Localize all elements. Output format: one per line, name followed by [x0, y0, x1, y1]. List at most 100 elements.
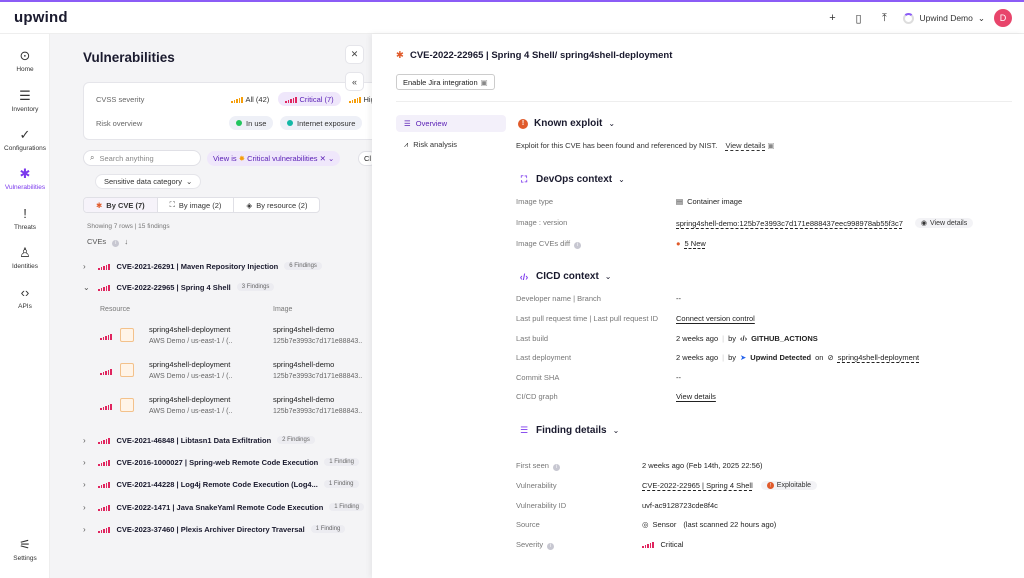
table-row[interactable]: › CVE-2021-44228 | Log4j Remote Code Exe… — [83, 476, 372, 492]
filter-in-use-chip[interactable]: In use — [229, 116, 274, 130]
close-drawer-button[interactable]: ✕ — [345, 45, 364, 64]
tab-label: By resource (2) — [256, 200, 308, 210]
sidebar-item-configurations[interactable]: ✓ Configurations — [0, 127, 50, 152]
search-placeholder: Search anything — [99, 153, 154, 163]
table-row[interactable]: › CVE-2022-1471 | Java SnakeYaml Remote … — [83, 499, 372, 515]
chevron-right-icon[interactable]: › — [83, 262, 93, 271]
severity-bars-icon — [98, 481, 110, 488]
findings-badge: 1 Finding — [329, 503, 364, 511]
upwind-logo[interactable]: upwind — [14, 9, 68, 26]
collapse-drawer-button[interactable]: « — [345, 72, 364, 91]
chevron-right-icon[interactable]: › — [83, 480, 93, 489]
image-version-value: spring4shell-demo:125b7e3993c7d171e88843… — [676, 218, 974, 228]
sidebar: ⊙ Home ☰ Inventory ✓ Configurations ✱ Vulner… — [0, 34, 50, 578]
info-icon: i — [547, 542, 555, 550]
page-title: Vulnerabilities — [83, 50, 175, 65]
severity-bars-icon — [98, 526, 110, 533]
sort-down-icon[interactable]: ↓ — [124, 237, 128, 246]
search-icon: ⌕ — [90, 153, 95, 162]
filter-exposure-chip[interactable]: Internet exposure — [280, 116, 363, 130]
sidebar-item-home[interactable]: ⊙ Home — [0, 48, 50, 73]
book-icon[interactable]: ▯ — [851, 12, 865, 25]
known-exploit-header[interactable]: ! Known exploit ⌄ — [518, 118, 615, 129]
resource-row[interactable]: spring4shell-deployment AWS Demo / us-ea… — [100, 356, 372, 386]
resource-row[interactable]: spring4shell-deployment AWS Demo / us-ea… — [100, 391, 372, 421]
sensitive-data-dropdown[interactable]: Sensitive data category ⌄ — [95, 174, 202, 189]
label-text: First seen — [516, 461, 549, 470]
tab-by-resource[interactable]: ◈ By resource (2) — [234, 198, 319, 212]
label-text: Severity — [516, 540, 544, 549]
chevron-right-icon[interactable]: › — [83, 503, 93, 512]
image-name: spring4shell-demo — [273, 360, 335, 369]
table-row-expanded[interactable]: ⌄ CVE-2022-22965 | Spring 4 Shell 3 Find… — [83, 279, 372, 295]
cve-name: CVE-2023-37460 | Plexis Archiver Directo… — [116, 524, 305, 534]
divider — [396, 101, 1012, 102]
image-version-link[interactable]: spring4shell-demo:125b7e3993c7d171e88843… — [676, 219, 903, 228]
connect-version-control-link[interactable]: Connect version control — [676, 314, 755, 323]
sidebar-item-apis[interactable]: ‹› APIs — [0, 285, 50, 310]
view-details-button[interactable]: ◉ View details — [914, 218, 974, 228]
table-row[interactable]: › CVE-2023-37460 | Plexis Archiver Direc… — [83, 521, 372, 537]
chevron-right-icon[interactable]: › — [83, 436, 93, 445]
chevron-right-icon[interactable]: › — [83, 458, 93, 467]
filter-high-chip[interactable]: High — [342, 92, 372, 106]
view-icon: ✸ — [238, 154, 246, 163]
filter-box: CVSS severity All (42) Critical (7) High… — [83, 82, 372, 140]
new-cves-link[interactable]: 5 New — [685, 239, 706, 248]
sidebar-item-vulnerabilities[interactable]: ✱ Vulnerabilities — [0, 166, 50, 191]
section-title: CICD context — [536, 271, 599, 282]
resource-row[interactable]: spring4shell-deployment AWS Demo / us-ea… — [100, 321, 372, 351]
vulnerability-value: CVE-2022-22965 | Spring 4 Shell ! Exploit… — [642, 481, 818, 490]
close-icon[interactable]: ✕ — [320, 154, 326, 163]
deployment-icon — [120, 398, 134, 412]
exploitable-badge: ! Exploitable — [760, 481, 818, 490]
cvss-label: CVSS severity — [96, 95, 145, 104]
vulnerability-link[interactable]: CVE-2022-22965 | Spring 4 Shell — [642, 481, 753, 490]
view-details-link[interactable]: View details — [725, 141, 765, 150]
sidebar-item-identities[interactable]: ♙ Identities — [0, 245, 50, 270]
avatar[interactable]: D — [994, 9, 1012, 27]
detail-title: ✱ CVE-2022-22965 | Spring 4 Shell/ sprin… — [396, 50, 672, 61]
first-seen-value: 2 weeks ago (Feb 14th, 2025 22:56) — [642, 461, 763, 470]
severity-bars-icon — [98, 263, 110, 270]
table-row[interactable]: › CVE-2021-26291 | Maven Repository Inje… — [83, 258, 372, 274]
filter-critical-chip[interactable]: Critical (7) — [278, 92, 341, 106]
tab-overview[interactable]: ☰ Overview — [396, 115, 506, 132]
button-label: Enable Jira integration — [403, 77, 478, 87]
chevron-down-icon[interactable]: ⌄ — [328, 154, 334, 163]
finding-details-header[interactable]: ☰ Finding details ⌄ — [518, 425, 619, 436]
devops-context-header[interactable]: ⛶ DevOps context ⌄ — [518, 174, 625, 185]
cve-name: CVE-2021-44228 | Log4j Remote Code Execu… — [116, 479, 318, 489]
chevron-down-icon[interactable]: ⌄ — [83, 283, 93, 292]
filter-all-chip[interactable]: All (42) — [224, 92, 277, 106]
severity-bars-icon — [100, 403, 112, 410]
chevron-right-icon[interactable]: › — [83, 525, 93, 534]
last-deployment-value: 2 weeks ago | by ➤ Upwind Detected on ⊘ … — [676, 353, 919, 362]
sidebar-item-inventory[interactable]: ☰ Inventory — [0, 88, 50, 113]
table-row[interactable]: › CVE-2016-1000027 | Spring-web Remote C… — [83, 454, 372, 470]
view-graph-link[interactable]: View details — [676, 392, 716, 401]
search-input[interactable]: ⌕ Search anything — [83, 150, 201, 166]
findings-badge: 3 Findings — [236, 283, 275, 291]
sidebar-item-threats[interactable]: ! Threats — [0, 206, 50, 231]
view-filter-chip[interactable]: View is ✸ Critical vulnerabilities ✕ ⌄ — [207, 151, 341, 166]
cicd-graph-label: CI/CD graph — [516, 392, 558, 401]
tab-by-image[interactable]: ⛶ By image (2) — [158, 198, 235, 212]
deployment-link[interactable]: spring4shell-deployment — [838, 353, 919, 362]
last-pr-label: Last pull request time | Last pull reque… — [516, 314, 659, 323]
image-column-header: Image — [273, 306, 293, 313]
clear-filters-chip[interactable]: Cl — [358, 151, 372, 166]
tab-risk-analysis[interactable]: ⩘ Risk analysis — [396, 136, 506, 153]
user-menu[interactable]: Upwind Demo ⌄ D — [903, 9, 1012, 27]
person-icon: ♙ — [19, 245, 31, 260]
sidebar-item-settings[interactable]: ⚟ Settings — [0, 537, 50, 562]
upload-icon[interactable]: ⤒ — [877, 12, 891, 25]
enable-jira-button[interactable]: Enable Jira integration ▣ — [396, 74, 495, 90]
tab-by-cve[interactable]: ✱ By CVE (7) — [84, 198, 158, 212]
cicd-context-header[interactable]: ‹/› CICD context ⌄ — [518, 271, 612, 282]
cves-column-header[interactable]: CVEs i ↓ — [87, 237, 128, 247]
table-row[interactable]: › CVE-2021-46848 | Libtasn1 Data Exfiltr… — [83, 432, 372, 448]
resource-location: AWS Demo / us-east-1 / (.. — [149, 408, 233, 415]
plus-icon[interactable]: + — [825, 12, 839, 24]
section-title: DevOps context — [536, 174, 613, 185]
